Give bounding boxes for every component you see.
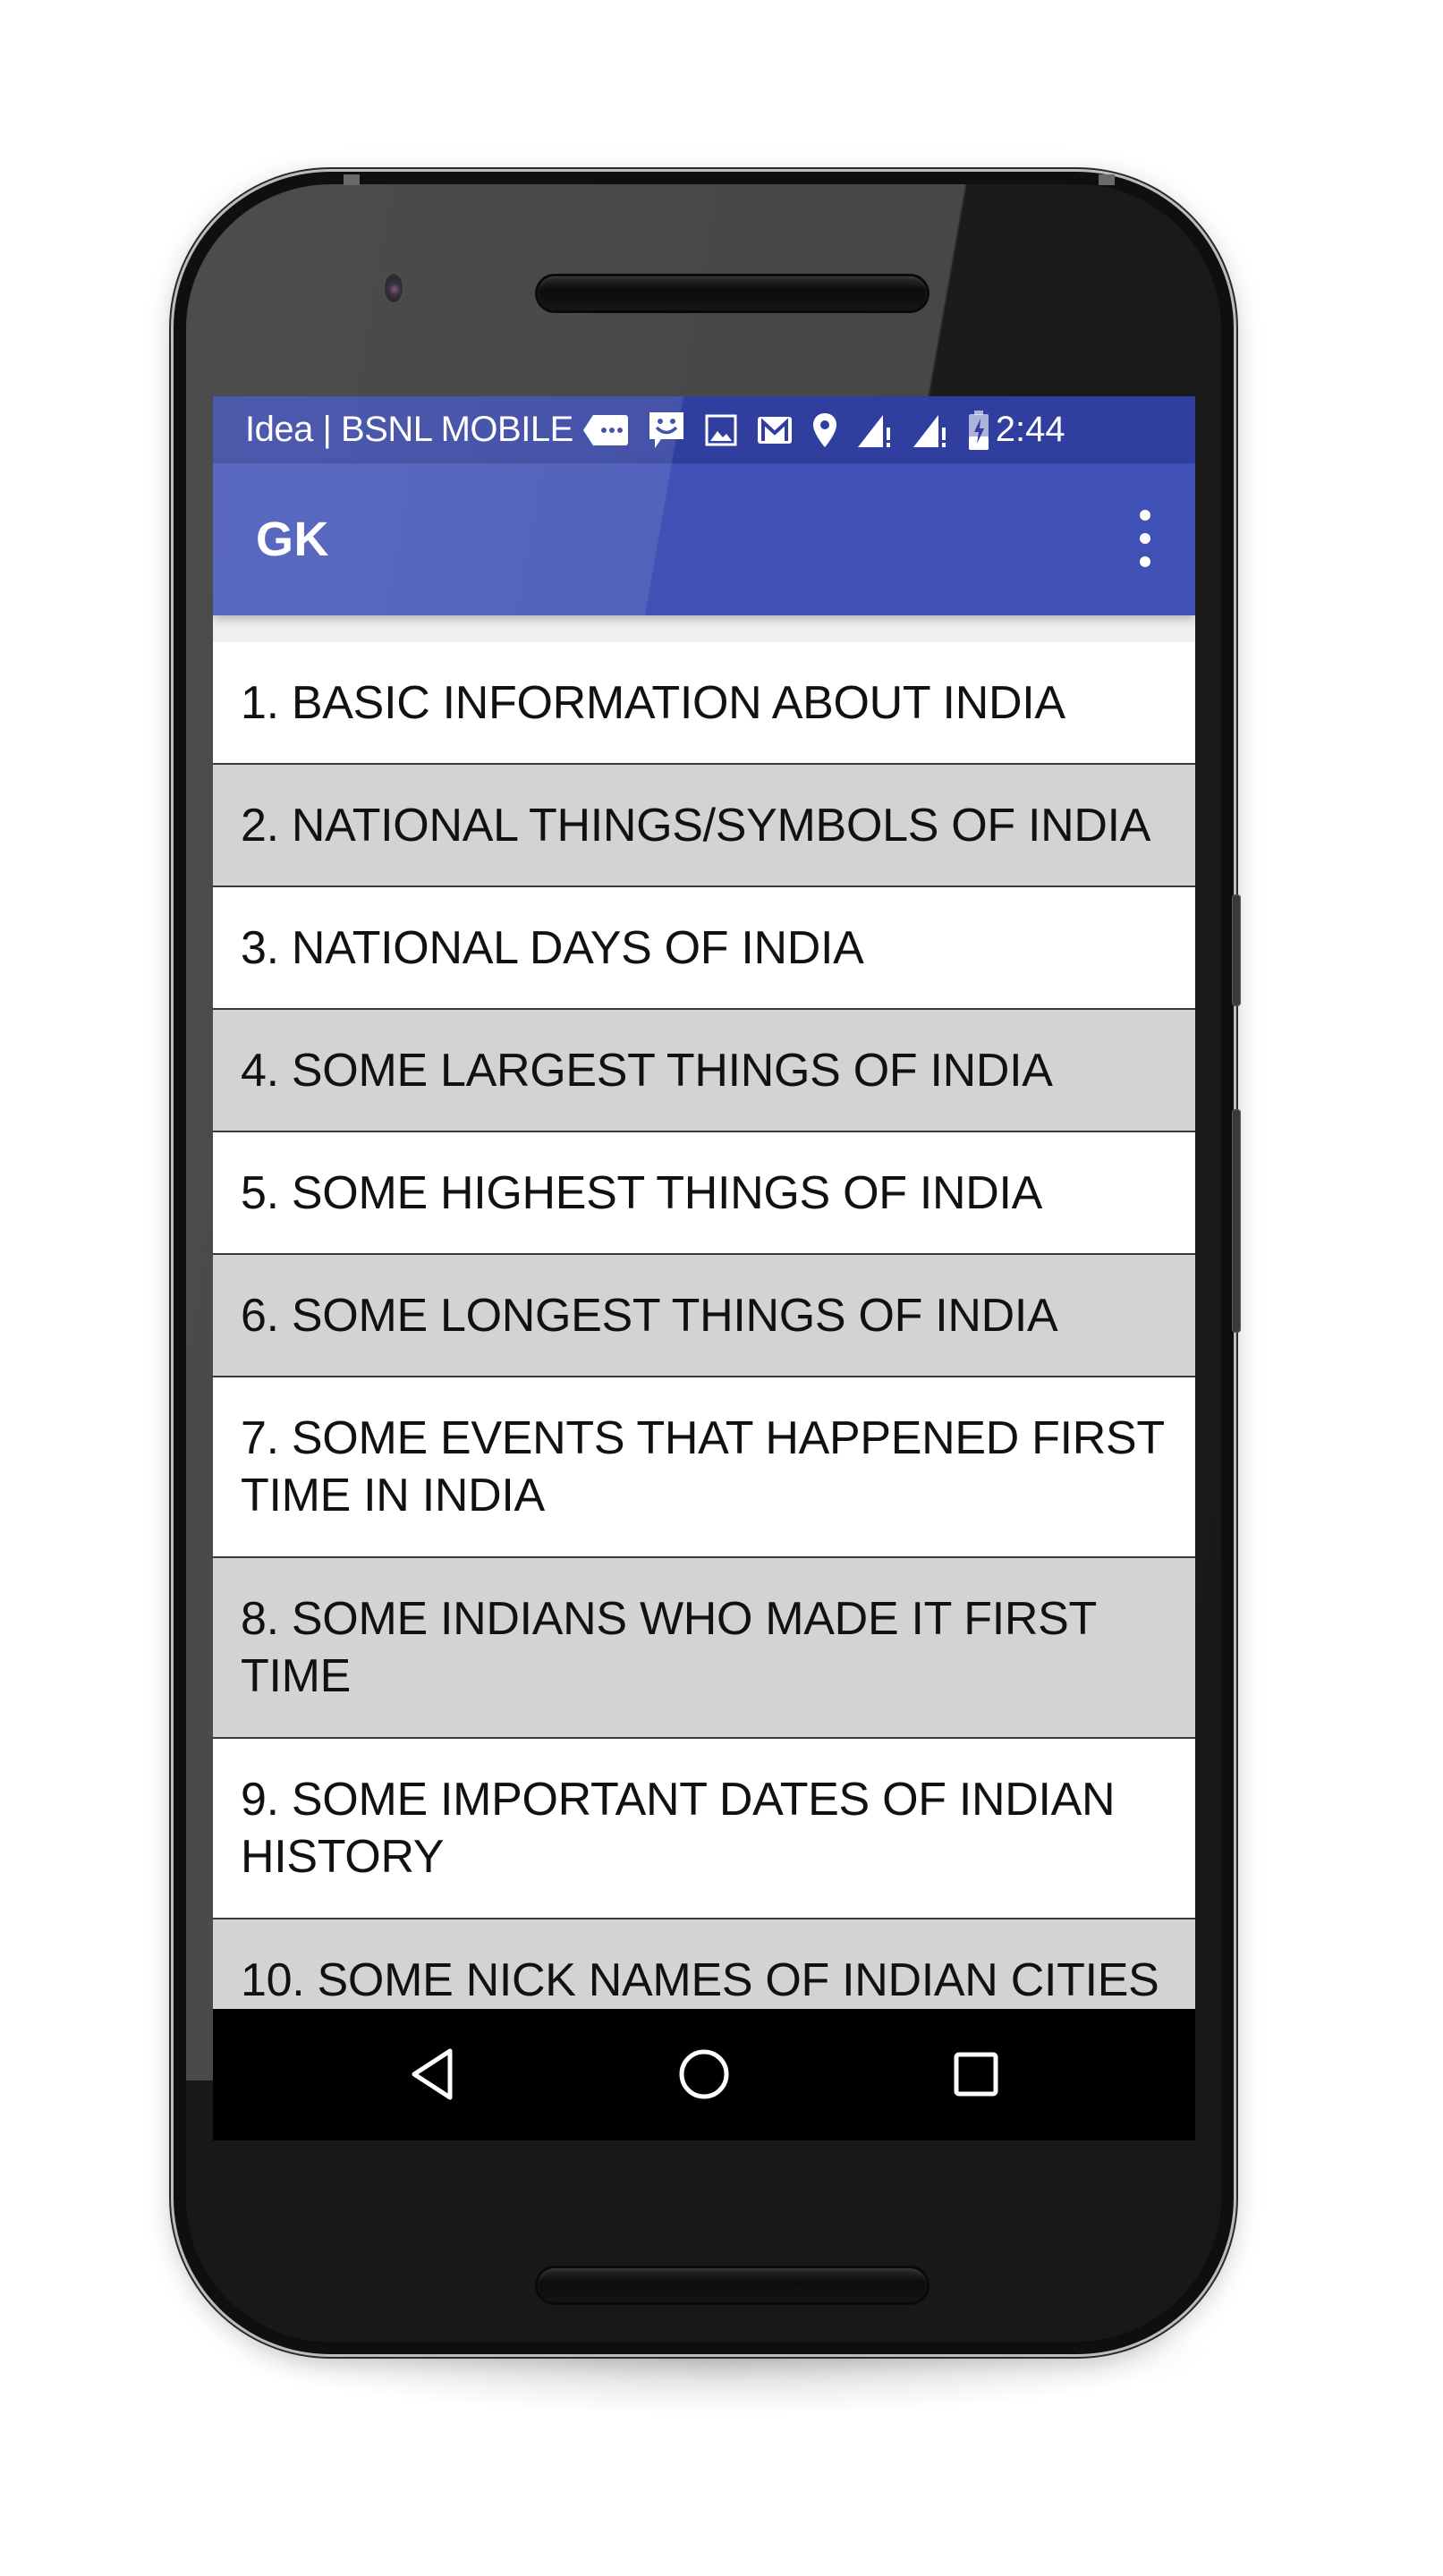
antenna-band (1099, 174, 1115, 185)
list-item-label: 3. NATIONAL DAYS OF INDIA (241, 921, 864, 974)
list-item[interactable]: 8. SOME INDIANS WHO MADE IT FIRST TIME (213, 1558, 1195, 1739)
location-icon (811, 411, 838, 449)
more-vert-icon[interactable] (1134, 510, 1156, 567)
list-item[interactable]: 6. SOME LONGEST THINGS OF INDIA (213, 1255, 1195, 1377)
volume-button[interactable] (1232, 1109, 1241, 1333)
list-item[interactable]: 5. SOME HIGHEST THINGS OF INDIA (213, 1132, 1195, 1255)
sms-icon (582, 413, 629, 447)
list-item[interactable]: 3. NATIONAL DAYS OF INDIA (213, 887, 1195, 1010)
clock: 2:44 (995, 410, 1065, 449)
list-item-label: 8. SOME INDIANS WHO MADE IT FIRST TIME (241, 1593, 1097, 1702)
list-item-label: 10. SOME NICK NAMES OF INDIAN CITIES (241, 1953, 1159, 2006)
app-title: GK (256, 513, 329, 566)
messenger-icon (647, 410, 686, 451)
list-item[interactable]: 7. SOME EVENTS THAT HAPPENED FIRST TIME … (213, 1377, 1195, 1558)
top-speaker (538, 276, 927, 310)
carrier-name: Idea | BSNL MOBILE (245, 410, 573, 449)
list-item-label: 1. BASIC INFORMATION ABOUT INDIA (241, 676, 1065, 729)
home-icon[interactable] (673, 2043, 735, 2106)
back-icon[interactable] (401, 2043, 463, 2106)
list-item-label: 2. NATIONAL THINGS/SYMBOLS OF INDIA (241, 799, 1151, 852)
app-bar: GK (213, 463, 1195, 615)
status-bar: Idea | BSNL MOBILE 2:44 (213, 396, 1195, 463)
list-item[interactable]: 4. SOME LARGEST THINGS OF INDIA (213, 1010, 1195, 1132)
list-item-label: 9. SOME IMPORTANT DATES OF INDIAN HISTOR… (241, 1774, 1116, 1883)
topic-list: 1. BASIC INFORMATION ABOUT INDIA 2. NATI… (213, 642, 1195, 2042)
list-item[interactable]: 9. SOME IMPORTANT DATES OF INDIAN HISTOR… (213, 1739, 1195, 1919)
navigation-bar (213, 2009, 1195, 2140)
front-camera (385, 274, 403, 302)
list-item-label: 7. SOME EVENTS THAT HAPPENED FIRST TIME … (241, 1412, 1164, 1521)
recents-icon[interactable] (945, 2043, 1007, 2106)
screen: Idea | BSNL MOBILE 2:44 GK 1. BASIC INFO… (213, 396, 1195, 2140)
list-item[interactable]: 1. BASIC INFORMATION ABOUT INDIA (213, 642, 1195, 765)
list-item[interactable]: 2. NATIONAL THINGS/SYMBOLS OF INDIA (213, 765, 1195, 887)
list-item-label: 5. SOME HIGHEST THINGS OF INDIA (241, 1166, 1043, 1219)
list-item-label: 4. SOME LARGEST THINGS OF INDIA (241, 1044, 1053, 1097)
signal-sim1-icon (856, 411, 894, 449)
antenna-band (344, 174, 360, 185)
signal-sim2-icon (912, 411, 949, 449)
bottom-speaker (538, 2268, 927, 2302)
power-button[interactable] (1232, 894, 1241, 1006)
list-item-label: 6. SOME LONGEST THINGS OF INDIA (241, 1289, 1058, 1342)
image-icon (704, 413, 738, 447)
battery-charging-icon (967, 410, 990, 451)
gmail-icon (756, 415, 794, 445)
